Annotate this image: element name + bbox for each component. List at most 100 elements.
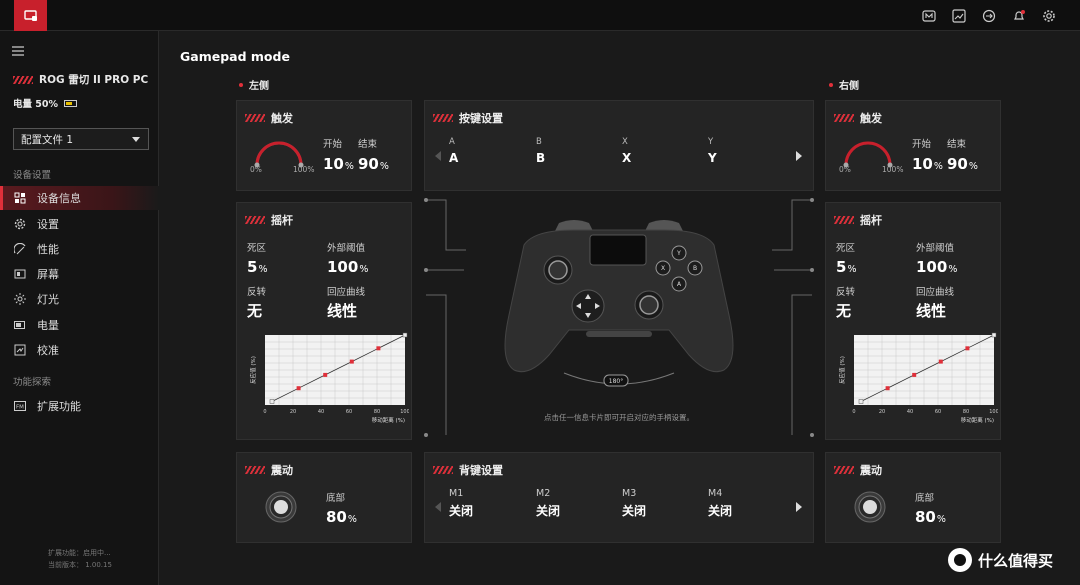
- sidebar-item-extensions[interactable]: FM 扩展功能: [0, 394, 159, 418]
- device-tab[interactable]: [14, 0, 47, 31]
- curve-value: 线性: [916, 302, 947, 320]
- rog-stripes-icon: [834, 466, 854, 474]
- response-curve-chart: 0 20 40 60 80 100移动距离 (%) 反应值 (%): [249, 332, 409, 424]
- data-point: [858, 399, 864, 404]
- y-axis-label: 反应值 (%): [249, 356, 257, 384]
- top-bar: [0, 0, 1080, 31]
- x-axis-label: 移动距离 (%): [372, 416, 405, 424]
- key-item-a[interactable]: AA: [449, 137, 458, 165]
- left-vibration-card[interactable]: 震动 底部 80%: [236, 452, 412, 543]
- m-icon[interactable]: [921, 8, 936, 23]
- rog-stripes-icon: [245, 114, 265, 122]
- sidebar-item-settings[interactable]: 设置: [0, 212, 159, 236]
- gear-icon[interactable]: [1041, 8, 1056, 23]
- x-tick-label: 40: [907, 409, 913, 415]
- trigger-end-value: 90%: [358, 155, 389, 173]
- bell-icon[interactable]: [1011, 8, 1026, 23]
- battery-icon: [13, 318, 27, 332]
- data-point: [269, 399, 275, 404]
- key-item-b[interactable]: BB: [536, 137, 545, 165]
- card-title: 震动: [834, 462, 882, 478]
- gamepad-image: YX BA 180°: [424, 198, 814, 437]
- svg-text:Y: Y: [676, 250, 681, 257]
- back-key-m1[interactable]: M1 关闭: [449, 488, 473, 519]
- sidebar-item-calibrate[interactable]: 校准: [0, 338, 159, 362]
- profile-select[interactable]: 配置文件 1: [13, 128, 149, 150]
- next-arrow-icon[interactable]: [796, 151, 802, 161]
- rog-stripes-icon: [245, 466, 265, 474]
- vibration-motor-icon: [265, 491, 297, 523]
- left-stick-card[interactable]: 摇杆 死区 外部阈值 5% 100% 反转 回应曲线 无 线性 0 20 40 60 8…: [236, 202, 412, 440]
- back-key-m2[interactable]: M2 关闭: [536, 488, 560, 519]
- x-tick-label: 0: [263, 409, 266, 415]
- device-name: ROG 雷切 II PRO PC: [13, 72, 148, 87]
- sidebar-item-battery[interactable]: 电量: [0, 313, 159, 337]
- back-key-m3[interactable]: M3 关闭: [622, 488, 646, 519]
- trigger-gauge: [254, 141, 304, 168]
- key-item-x[interactable]: XX: [622, 137, 631, 165]
- sync-icon[interactable]: [981, 8, 996, 23]
- sidebar-item-light[interactable]: 灯光: [0, 287, 159, 311]
- rotate-badge: 180°: [609, 378, 623, 385]
- card-title: 摇杆: [245, 212, 293, 228]
- next-arrow-icon[interactable]: [796, 502, 802, 512]
- page-title: Gamepad mode: [180, 49, 290, 64]
- device-info-icon: [13, 191, 27, 205]
- rog-stripes-icon: [834, 114, 854, 122]
- device-icon: [23, 9, 37, 21]
- key-item-y[interactable]: YY: [708, 137, 717, 165]
- back-key-m4[interactable]: M4 关闭: [708, 488, 732, 519]
- image-icon[interactable]: [951, 8, 966, 23]
- performance-icon: [13, 242, 27, 256]
- sidebar: ROG 雷切 II PRO PC 电量 50% 配置文件 1 设备设置 设备信息…: [0, 31, 159, 585]
- rog-stripes-icon: [834, 216, 854, 224]
- data-point: [402, 332, 408, 338]
- key-settings-card[interactable]: 按键设置: [424, 100, 814, 191]
- watermark: 什么值得买: [948, 548, 1053, 572]
- data-point: [296, 386, 301, 391]
- trigger-gauge: [843, 141, 893, 168]
- card-title: 按键设置: [433, 110, 503, 126]
- deadzone-value: 5%: [836, 258, 857, 276]
- svg-text:B: B: [693, 265, 697, 272]
- right-trigger-card[interactable]: 触发 0% 100% 开始 结束 10% 90%: [825, 100, 1001, 191]
- sidebar-item-screen[interactable]: 屏幕: [0, 262, 159, 286]
- y-axis-label: 反应值 (%): [838, 356, 846, 384]
- rog-stripes-icon: [433, 114, 453, 122]
- sidebar-item-performance[interactable]: 性能: [0, 237, 159, 261]
- back-key-settings-card[interactable]: 背键设置: [424, 452, 814, 543]
- invert-value: 无: [836, 302, 852, 320]
- right-side-label: 右侧: [829, 77, 859, 92]
- sidebar-item-device-info[interactable]: 设备信息: [0, 186, 159, 210]
- rog-logo-icon: [13, 75, 33, 84]
- x-tick-label: 80: [374, 409, 380, 415]
- data-point: [323, 372, 328, 377]
- card-title: 触发: [245, 110, 293, 126]
- calibrate-icon: [13, 343, 27, 357]
- footer-version: 当前版本： 1.00.15: [48, 561, 112, 569]
- footer-status: 扩展功能：启用中...: [48, 549, 111, 557]
- card-title: 触发: [834, 110, 882, 126]
- outer-threshold-value: 100%: [916, 258, 958, 276]
- prev-arrow-icon[interactable]: [435, 151, 441, 161]
- right-vibration-card[interactable]: 震动 底部 80%: [825, 452, 1001, 543]
- left-trigger-card[interactable]: 触发 0% 100% 开始 结束 10% 90%: [236, 100, 412, 191]
- vibration-motor-icon: [854, 491, 886, 523]
- vibration-value: 80%: [326, 508, 357, 526]
- x-tick-label: 40: [318, 409, 324, 415]
- outer-threshold-value: 100%: [327, 258, 369, 276]
- rog-stripes-icon: [433, 466, 453, 474]
- response-curve-chart: 0 20 40 60 80 100移动距离 (%) 反应值 (%): [838, 332, 998, 424]
- x-axis-label: 移动距离 (%): [961, 416, 994, 424]
- menu-icon[interactable]: [12, 41, 24, 60]
- rog-stripes-icon: [245, 216, 265, 224]
- extension-icon: FM: [13, 399, 27, 413]
- prev-arrow-icon[interactable]: [435, 502, 441, 512]
- data-point: [912, 372, 917, 377]
- section-device-settings: 设备设置: [13, 170, 52, 181]
- data-point: [376, 346, 381, 351]
- trigger-end-value: 90%: [947, 155, 978, 173]
- hint-text: 点击任一信息卡片即可开启对应的手柄设置。: [544, 413, 694, 422]
- x-tick-label: 0: [852, 409, 855, 415]
- right-stick-card[interactable]: 摇杆 死区 外部阈值 5% 100% 反转 回应曲线 无 线性 0 20 40 60 8…: [825, 202, 1001, 440]
